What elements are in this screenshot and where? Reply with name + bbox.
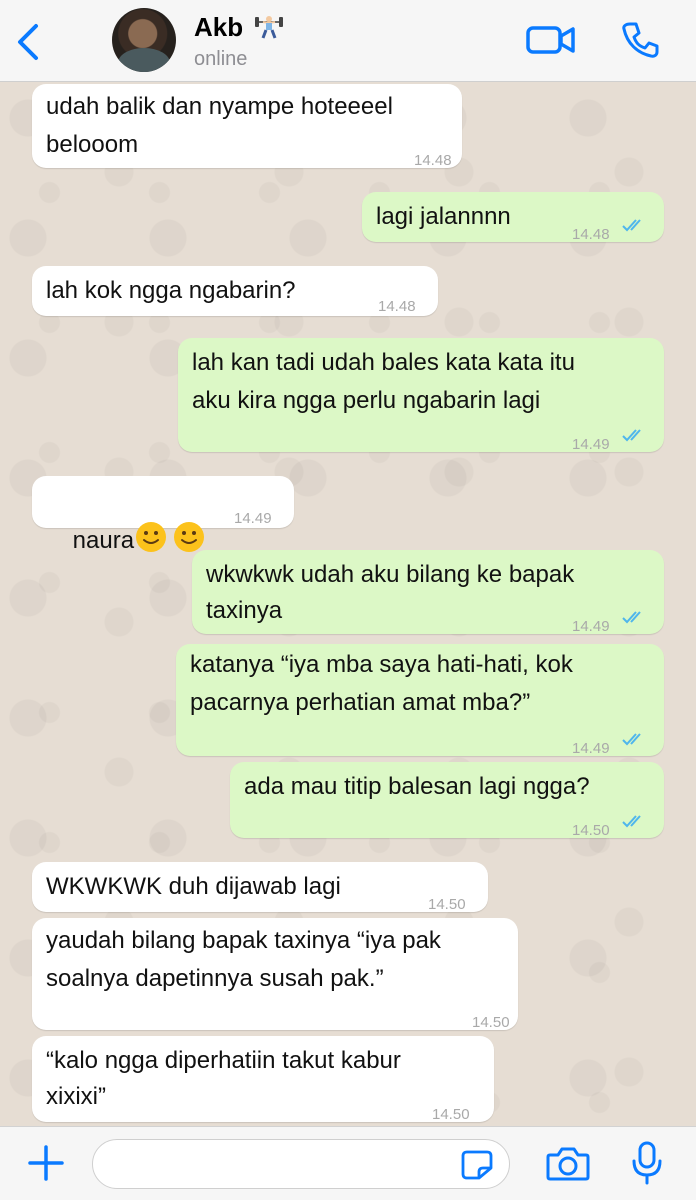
message-bubble-incoming[interactable]: naura 14.49 [32, 476, 294, 554]
message-composer [0, 1126, 696, 1200]
read-ticks-icon [622, 219, 641, 232]
message-bubble-incoming[interactable]: “kalo ngga diperhatiin takut kabur xixix… [32, 1036, 494, 1123]
read-ticks-icon [622, 611, 641, 624]
microphone-icon[interactable] [630, 1141, 664, 1187]
message-line: xixixi” [46, 1083, 106, 1110]
message-bubble-outgoing[interactable]: wkwkwk udah aku bilang ke bapak taxinya … [192, 550, 664, 635]
message-line: WKWKWK duh dijawab lagi [46, 873, 341, 900]
slightly-smiling-face-icon [136, 522, 167, 552]
message-time: 14.48 [414, 152, 452, 169]
message-time: 14.49 [572, 436, 610, 453]
message-line: lah kan tadi udah bales kata kata itu [192, 349, 575, 376]
message-bubble-incoming[interactable]: udah balik dan nyampe hoteeeel belooom 1… [32, 84, 462, 169]
message-line: “kalo ngga diperhatiin takut kabur [46, 1047, 401, 1074]
contact-status: online [194, 48, 248, 70]
read-ticks-icon [622, 733, 641, 746]
message-bubble-incoming[interactable]: WKWKWK duh dijawab lagi 14.50 [32, 862, 488, 913]
message-line: yaudah bilang bapak taxinya “iya pak [46, 927, 441, 954]
camera-icon[interactable] [546, 1145, 590, 1183]
weightlifter-emoji-icon [255, 16, 283, 39]
message-time: 14.49 [234, 510, 272, 527]
phone-icon[interactable] [620, 20, 660, 60]
message-time: 14.50 [572, 822, 610, 839]
chevron-left-icon[interactable] [12, 22, 44, 62]
message-bubble-outgoing[interactable]: katanya “iya mba saya hati-hati, kok pac… [176, 644, 664, 757]
message-line: belooom [46, 131, 139, 158]
message-line: lah kok ngga ngabarin? [46, 277, 296, 304]
message-bubble-incoming[interactable]: lah kok ngga ngabarin? 14.48 [32, 266, 438, 316]
message-line: katanya “iya mba saya hati-hati, kok [190, 651, 573, 678]
message-line: naura [72, 527, 135, 554]
sticker-icon[interactable] [461, 1150, 493, 1180]
message-bubble-incoming[interactable]: yaudah bilang bapak taxinya “iya pak soa… [32, 918, 518, 1031]
contact-name[interactable]: Akb [194, 12, 243, 43]
message-time: 14.48 [378, 298, 416, 315]
message-input[interactable] [92, 1139, 510, 1189]
message-line: ada mau titip balesan lagi ngga? [244, 773, 590, 800]
message-time: 14.49 [572, 618, 610, 635]
chat-header: Akb online [0, 0, 696, 82]
message-time: 14.48 [572, 226, 610, 243]
message-line: aku kira ngga perlu ngabarin lagi [192, 387, 541, 414]
read-ticks-icon [622, 815, 641, 828]
message-bubble-outgoing[interactable]: lagi jalannnn 14.48 [362, 192, 664, 243]
slightly-smiling-face-icon [174, 522, 205, 552]
plus-icon[interactable] [26, 1143, 66, 1183]
video-camera-icon[interactable] [526, 22, 576, 58]
message-line: wkwkwk udah aku bilang ke bapak [206, 561, 575, 588]
message-line: lagi jalannnn [376, 203, 511, 230]
read-ticks-icon [622, 429, 641, 442]
message-bubble-outgoing[interactable]: ada mau titip balesan lagi ngga? 14.50 [230, 762, 664, 839]
message-line: taxinya [206, 597, 283, 624]
message-bubble-outgoing[interactable]: lah kan tadi udah bales kata kata itu ak… [178, 338, 664, 453]
message-line: udah balik dan nyampe hoteeeel [46, 93, 393, 120]
avatar[interactable] [112, 8, 176, 72]
message-line: soalnya dapetinnya susah pak.” [46, 965, 384, 992]
message-line: pacarnya perhatian amat mba?” [190, 689, 531, 716]
